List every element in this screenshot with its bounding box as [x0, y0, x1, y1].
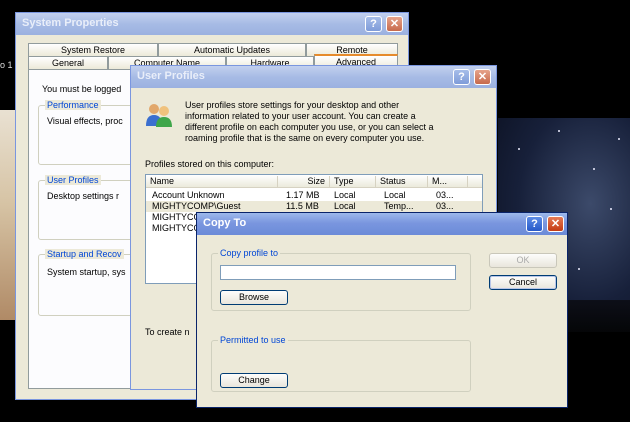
cancel-button[interactable]: Cancel — [489, 275, 557, 290]
profiles-list-label: Profiles stored on this computer: — [145, 159, 275, 169]
help-button[interactable]: ? — [453, 69, 470, 85]
group-text-performance: Visual effects, proc — [47, 116, 123, 126]
group-label-performance: Performance — [45, 100, 101, 110]
group-copy-profile: Copy profile to Browse — [211, 248, 471, 311]
user-profiles-titlebar[interactable]: User Profiles ? ✕ — [131, 66, 496, 88]
permitted-to-use-label: Permitted to use — [218, 335, 288, 345]
row-modified: 03... — [436, 190, 454, 200]
window-title: Copy To — [203, 217, 247, 229]
help-button[interactable]: ? — [526, 216, 543, 232]
row-type: Local — [334, 190, 356, 200]
profiles-description-line-2: information related to your user account… — [185, 111, 416, 121]
group-permitted-to-use: Permitted to use Change — [211, 335, 471, 392]
group-text-startup: System startup, sys — [47, 267, 126, 277]
close-button[interactable]: ✕ — [547, 216, 564, 232]
background-text: o 1 — [0, 60, 13, 70]
copy-to-titlebar[interactable]: Copy To ? ✕ — [197, 213, 567, 235]
browse-button[interactable]: Browse — [220, 290, 288, 305]
copy-profile-input[interactable] — [220, 265, 456, 280]
table-row[interactable]: Account Unknown 1.17 MB Local Local 03..… — [146, 190, 482, 201]
desktop-wallpaper-left — [0, 110, 16, 320]
copy-profile-label: Copy profile to — [218, 248, 281, 258]
tab-system-restore[interactable]: System Restore — [28, 43, 158, 56]
tab-general[interactable]: General — [28, 56, 108, 69]
close-button[interactable]: ✕ — [474, 69, 491, 85]
column-type[interactable]: Type — [330, 176, 376, 187]
row-name: Account Unknown — [152, 190, 225, 200]
row-name: MIGHTYCOMP\Guest — [152, 201, 241, 211]
profiles-list-header: Name Size Type Status M... — [146, 175, 482, 188]
row-modified: 03... — [436, 201, 454, 211]
row-status: Local — [384, 190, 406, 200]
row-size: 11.5 MB — [286, 201, 319, 211]
table-row[interactable]: MIGHTYCOMP\Guest 11.5 MB Local Temp... 0… — [146, 201, 482, 212]
row-status: Temp... — [384, 201, 414, 211]
column-name[interactable]: Name — [146, 176, 278, 187]
profiles-description-line-1: User profiles store settings for your de… — [185, 100, 400, 110]
profiles-description-line-4: roaming profile that is the same on ever… — [185, 133, 425, 143]
column-size[interactable]: Size — [278, 176, 330, 187]
profiles-description-line-3: different profile on each computer you u… — [185, 122, 434, 132]
row-type: Local — [334, 201, 356, 211]
group-text-user-profiles: Desktop settings r — [47, 191, 120, 201]
system-properties-titlebar[interactable]: System Properties ? ✕ — [16, 13, 408, 35]
users-icon — [145, 102, 173, 128]
row-size: 1.17 MB — [286, 190, 320, 200]
row-name: MIGHTYCO — [152, 212, 201, 222]
column-status[interactable]: Status — [376, 176, 428, 187]
ok-button[interactable]: OK — [489, 253, 557, 268]
tab-automatic-updates[interactable]: Automatic Updates — [158, 43, 306, 56]
column-modified[interactable]: M... — [428, 176, 468, 187]
group-label-startup: Startup and Recov — [45, 249, 124, 259]
window-title: User Profiles — [137, 70, 205, 82]
window-title: System Properties — [22, 17, 119, 29]
group-label-user-profiles: User Profiles — [45, 175, 101, 185]
close-button[interactable]: ✕ — [386, 16, 403, 32]
row-name: MIGHTYCO — [152, 223, 201, 233]
help-button[interactable]: ? — [365, 16, 382, 32]
create-profile-text: To create n — [145, 327, 190, 337]
change-button[interactable]: Change — [220, 373, 288, 388]
logon-text: You must be logged — [42, 84, 122, 94]
copy-to-dialog: Copy To ? ✕ Copy profile to Browse Permi… — [196, 212, 568, 408]
